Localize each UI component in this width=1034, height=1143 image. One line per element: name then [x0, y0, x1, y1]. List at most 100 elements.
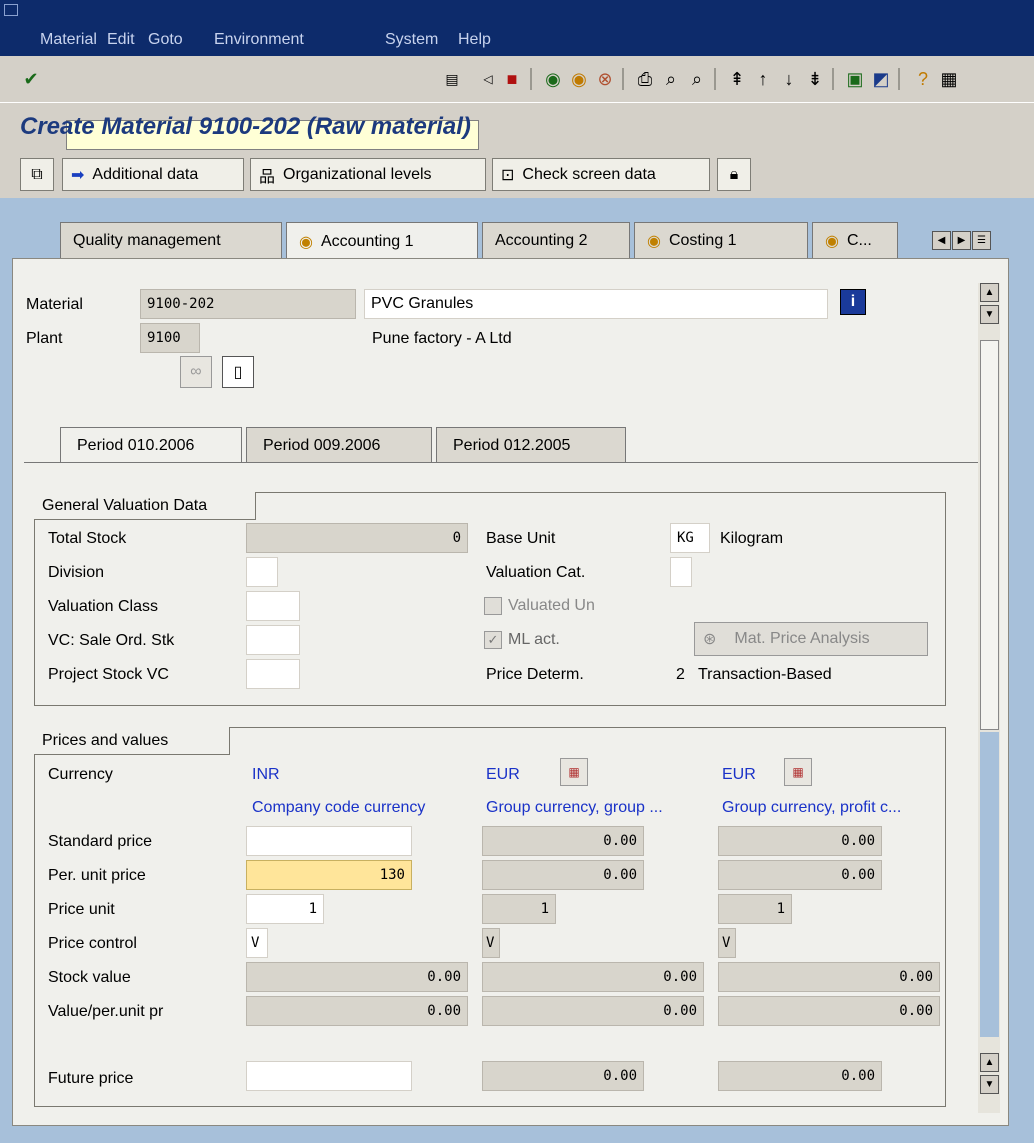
ml-act-label: ML act.: [508, 631, 560, 648]
additional-data-button[interactable]: ➡ Additional data: [62, 158, 244, 191]
material-description-field[interactable]: PVC Granules: [364, 289, 828, 319]
scroll-up-icon[interactable]: ▼: [980, 305, 999, 324]
plant-label: Plant: [26, 330, 63, 347]
tab-label: Quality management: [73, 231, 221, 249]
scroll-track: [980, 732, 999, 1037]
future-price-1-field[interactable]: [246, 1061, 412, 1091]
next-page-icon[interactable]: ↓: [776, 66, 802, 92]
currency-2: EUR: [486, 766, 520, 783]
menu-environment[interactable]: Environment: [214, 31, 304, 49]
help-icon[interactable]: ?: [910, 66, 936, 92]
print-icon[interactable]: ⎙: [632, 66, 658, 92]
project-stock-vc-field[interactable]: [246, 659, 300, 689]
document-icon[interactable]: ▯: [222, 356, 254, 388]
tab-quality-management[interactable]: Quality management: [60, 222, 282, 258]
standard-price-1-field[interactable]: [246, 826, 412, 856]
window-menu-icon[interactable]: [4, 4, 18, 16]
glasses-icon[interactable]: ∞: [180, 356, 212, 388]
standard-price-2-field: 0.00: [482, 826, 644, 856]
shortcut-icon[interactable]: ◩: [868, 66, 894, 92]
calculator-icon[interactable]: ▦: [784, 758, 812, 786]
currency-3-description: Group currency, profit c...: [722, 799, 902, 816]
other-material-button[interactable]: ⧉: [20, 158, 54, 191]
mat-price-analysis-button[interactable]: ⊛ Mat. Price Analysis: [694, 622, 928, 656]
future-price-label: Future price: [48, 1070, 134, 1087]
tab-costing-2[interactable]: ◉ C...: [812, 222, 898, 258]
find-next-icon[interactable]: ⌕: [684, 66, 710, 92]
future-price-3-field: 0.00: [718, 1061, 882, 1091]
tab-costing-1[interactable]: ◉ Costing 1: [634, 222, 808, 258]
valuation-cat-label: Valuation Cat.: [486, 564, 586, 581]
menu-goto[interactable]: Goto: [148, 31, 183, 49]
valuation-class-field[interactable]: [246, 591, 300, 621]
scroll-down-icon[interactable]: ▼: [980, 1075, 999, 1094]
customize-layout-icon[interactable]: ▦: [936, 66, 962, 92]
menu-material[interactable]: Material: [40, 31, 97, 49]
currency-label: Currency: [48, 766, 113, 783]
valuation-cat-field[interactable]: [670, 557, 692, 587]
base-unit-field[interactable]: KG: [670, 523, 710, 553]
price-determ-value[interactable]: 2: [676, 666, 685, 684]
tab-list-icon[interactable]: ☰: [972, 231, 991, 250]
base-unit-description: Kilogram: [720, 530, 784, 547]
price-control-1-field[interactable]: V: [246, 928, 268, 958]
tab-period-010-2006[interactable]: Period 010.2006: [60, 427, 242, 463]
price-unit-1-field[interactable]: 1: [246, 894, 324, 924]
check-icon: ⊡: [501, 166, 515, 184]
tab-accounting-1[interactable]: ◉ Accounting 1: [286, 222, 478, 260]
find-icon[interactable]: ⌕: [658, 66, 684, 92]
division-label: Division: [48, 564, 105, 581]
tab-period-009-2006[interactable]: Period 009.2006: [246, 427, 432, 463]
lock-button[interactable]: 🔒︎: [717, 158, 751, 191]
arrow-right-icon: ➡: [71, 166, 85, 184]
stock-value-2-field: 0.00: [482, 962, 704, 992]
collapse-icon[interactable]: ◁: [475, 66, 501, 92]
menu-edit[interactable]: Edit: [107, 31, 135, 49]
first-page-icon[interactable]: ⇞: [724, 66, 750, 92]
back-icon[interactable]: ◉: [540, 66, 566, 92]
menu-help[interactable]: Help: [458, 31, 491, 49]
cancel-icon[interactable]: ⊗: [592, 66, 618, 92]
status-icon: ◉: [299, 233, 313, 251]
last-page-icon[interactable]: ⇟: [802, 66, 828, 92]
copy-icon: ⧉: [31, 165, 43, 183]
save-icon[interactable]: ■: [499, 66, 525, 92]
previous-page-icon[interactable]: ↑: [750, 66, 776, 92]
per-unit-price-2-field: 0.00: [482, 860, 644, 890]
scroll-thumb[interactable]: [980, 340, 999, 730]
ml-act-checkbox[interactable]: ✓: [484, 631, 502, 649]
tab-scroll-left-icon[interactable]: ◀: [932, 231, 951, 250]
stock-value-label: Stock value: [48, 969, 131, 986]
stock-value-1-field: 0.00: [246, 962, 468, 992]
info-icon[interactable]: i: [840, 289, 866, 315]
exit-icon[interactable]: ◉: [566, 66, 592, 92]
valuated-un-checkbox[interactable]: [484, 597, 502, 615]
org-levels-label: Organizational levels: [283, 165, 432, 183]
per-unit-price-1-field[interactable]: 130: [246, 860, 412, 890]
value-per-unit-label: Value/per.unit pr: [48, 1003, 164, 1020]
tab-accounting-2[interactable]: Accounting 2: [482, 222, 630, 258]
enter-check-icon[interactable]: ✔: [18, 66, 44, 92]
value-per-unit-1-field: 0.00: [246, 996, 468, 1026]
mat-price-analysis-label: Mat. Price Analysis: [734, 630, 870, 647]
tab-period-012-2005[interactable]: Period 012.2005: [436, 427, 626, 463]
value-per-unit-3-field: 0.00: [718, 996, 940, 1026]
division-field[interactable]: [246, 557, 278, 587]
page-title: Create Material 9100-202 (Raw material): [20, 113, 471, 140]
standard-price-label: Standard price: [48, 833, 153, 850]
menu-system[interactable]: System: [385, 31, 438, 49]
tab-scroll-right-icon[interactable]: ▶: [952, 231, 971, 250]
scroll-up-icon[interactable]: ▲: [980, 1053, 999, 1072]
status-icon: ◉: [825, 232, 839, 250]
vc-sale-ord-stk-field[interactable]: [246, 625, 300, 655]
price-determ-label: Price Determ.: [486, 666, 584, 683]
valuated-un-label: Valuated Un: [508, 597, 595, 614]
check-screen-data-button[interactable]: ⊡ Check screen data: [492, 158, 710, 191]
create-session-icon[interactable]: ▣: [842, 66, 868, 92]
command-history-icon[interactable]: ▤: [439, 66, 465, 92]
price-control-3-field: V: [718, 928, 736, 958]
scroll-up-icon[interactable]: ▲: [980, 283, 999, 302]
calculator-icon[interactable]: ▦: [560, 758, 588, 786]
value-per-unit-2-field: 0.00: [482, 996, 704, 1026]
organizational-levels-button[interactable]: 品 Organizational levels: [250, 158, 486, 191]
